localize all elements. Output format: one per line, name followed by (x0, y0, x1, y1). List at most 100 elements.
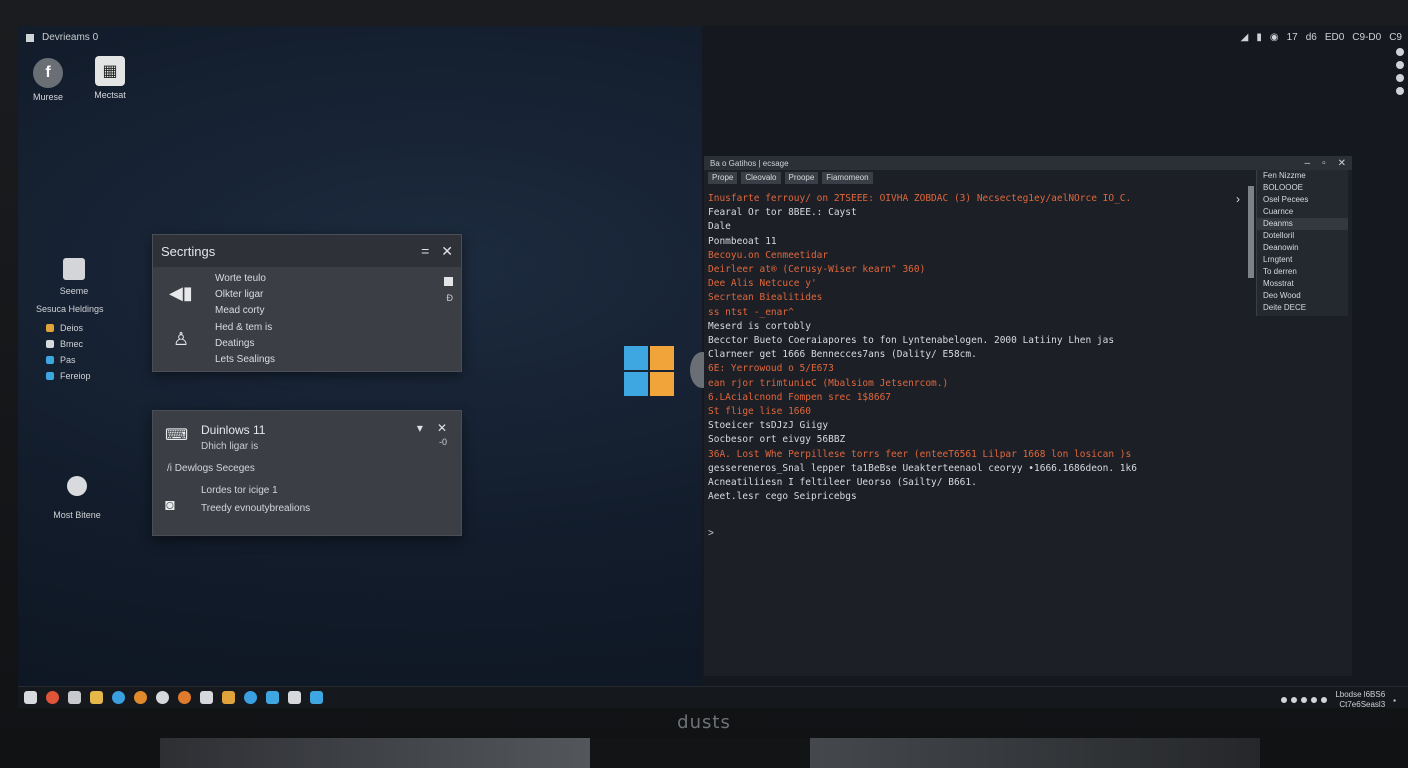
terminal-tab[interactable]: Cleovalo (741, 172, 781, 184)
terminal-menu-item[interactable]: Deo Wood (1257, 290, 1348, 302)
tray-icon[interactable] (1281, 697, 1288, 703)
terminal-scrollbar[interactable] (1248, 186, 1254, 278)
settings-option[interactable]: Deatings (215, 338, 254, 349)
firefox-alt-icon[interactable] (178, 691, 191, 704)
edge-icon[interactable] (244, 691, 257, 704)
chat-icon[interactable] (222, 691, 235, 704)
calendar-icon[interactable] (68, 691, 81, 704)
record-icon[interactable] (46, 691, 59, 704)
square-icon[interactable] (24, 691, 37, 704)
terminal-menu-item[interactable]: Deanowin (1257, 242, 1348, 254)
windows-panel-option[interactable]: /i Dewlogs Seceges (167, 463, 255, 474)
sidebar-item-deios[interactable]: Deios (36, 320, 112, 336)
taskbar: Lbodse l6BS6 Ct7e6Seasl3 ▪ (18, 686, 1408, 708)
sidebar-item-fereiop[interactable]: Fereiop (36, 368, 112, 384)
terminal-tabs: Prope Cleovalo Proope Fiamomeon (704, 170, 1352, 186)
notification-icon[interactable]: ▪ (1393, 696, 1396, 705)
indicator-dot-icon[interactable] (1396, 87, 1404, 95)
desktop-icon-most-bitene[interactable]: Most Bitene (42, 476, 112, 520)
desktop-icon-label: Murese (32, 92, 63, 102)
settings-option[interactable]: Lets Sealings (215, 354, 275, 365)
close-icon[interactable]: ✕ (437, 421, 447, 435)
terminal-line: Deirleer at® (Cerusy-Wiser kearn" 360) (708, 264, 926, 276)
settings-checkbox[interactable] (444, 277, 453, 286)
telegram-icon[interactable] (112, 691, 125, 704)
windows-panel-option[interactable]: Treedy evnoutybrealions (201, 503, 310, 514)
chevron-down-icon[interactable]: ▾ (417, 421, 423, 435)
menu-icon[interactable] (26, 33, 34, 42)
indicator-dot-icon[interactable] (1396, 61, 1404, 69)
clock-time: Lbodse l6BS6 (1335, 690, 1386, 699)
terminal-line: Dee Alis Netcuce y' (708, 278, 817, 290)
terminal-prompt[interactable]: > (708, 528, 714, 539)
terminal-menu-item[interactable]: Mosstrat (1257, 278, 1348, 290)
speaker-icon: ◀▮ (169, 283, 193, 303)
desktop-icon-murese[interactable]: f Murese (18, 58, 78, 102)
settings-panel-titlebar: Secrtings = ✕ (153, 235, 461, 267)
indicator-dot-icon[interactable] (1396, 74, 1404, 82)
firefox-icon[interactable] (134, 691, 147, 704)
tray-icon[interactable] (1291, 697, 1298, 703)
desktop-icon-mectsat[interactable]: ▦ Mectsat (80, 56, 140, 100)
status-item: 17 (1286, 32, 1298, 43)
record-icon[interactable]: ◉ (1270, 32, 1279, 43)
terminal-line: Socbesor ort eivgy 56BBZ (708, 434, 846, 446)
terminal-line: Dale (708, 221, 731, 233)
terminal-menu-item[interactable]: To derren (1257, 266, 1348, 278)
windows-panel-control[interactable]: -0 (439, 437, 447, 447)
folder-icon[interactable] (90, 691, 103, 704)
chrome-icon[interactable] (156, 691, 169, 704)
settings-option[interactable]: Hed & tem is (215, 322, 272, 333)
bag-icon[interactable] (288, 691, 301, 704)
tray-icon[interactable] (1311, 697, 1318, 703)
terminal-line: ss ntst -_enar^ (708, 306, 794, 318)
sidebar-item-bmec[interactable]: Bmec (36, 336, 112, 352)
settings-option[interactable]: Olkter ligar (215, 289, 263, 300)
terminal-menu-item[interactable]: Dotelloril (1257, 230, 1348, 242)
indicator-dot-icon[interactable] (1396, 48, 1404, 56)
terminal-line: Acneatiliiesn I feltileer Ueorso (Sailty… (708, 477, 977, 489)
side-indicators (1396, 48, 1404, 95)
windows-icon[interactable] (266, 691, 279, 704)
terminal-menu-item[interactable]: Deanms (1257, 218, 1348, 230)
camera-icon: ◙ (165, 497, 175, 514)
maximize-icon[interactable]: ▫ (1322, 158, 1326, 169)
facebook-icon: f (33, 58, 63, 88)
terminal-tab[interactable]: Proope (784, 172, 819, 184)
terminal-menu-item[interactable]: Deite DECE (1257, 302, 1348, 314)
settings-option[interactable]: Mead corty (215, 305, 264, 316)
signal-icon[interactable]: ◢ (1241, 32, 1249, 43)
settings-panel: Secrtings = ✕ ◀▮ ♙ Worte teulo Olkter li… (152, 234, 462, 372)
terminal-menu-item[interactable]: Cuarnce (1257, 206, 1348, 218)
terminal-line: ean rjor trimtunieC (Mbalsiom Jetsenrcom… (708, 377, 949, 389)
tray-icon[interactable] (1301, 697, 1308, 703)
check-icon (46, 340, 54, 348)
chevron-right-icon[interactable]: › (1236, 192, 1240, 206)
settings-sidebar: Seeme Sesuca Heldings Deios Bmec Pas Fer… (36, 258, 112, 384)
terminal-tab[interactable]: Prope (708, 172, 738, 184)
desktop-icon-label: Mectsat (94, 90, 126, 100)
taskbar-clock[interactable]: Lbodse l6BS6 Ct7e6Seasl3 (1335, 690, 1385, 708)
sidebar-header[interactable]: Seeme (36, 258, 112, 296)
mail-icon[interactable] (200, 691, 213, 704)
windows-panel-option-label: Dewlogs Seceges (174, 463, 255, 474)
tray-icon[interactable] (1321, 697, 1328, 703)
store-icon[interactable] (310, 691, 323, 704)
windows-panel-option[interactable]: Lordes tor icige 1 (201, 485, 278, 496)
terminal-tab[interactable]: Fiamomeon (822, 172, 873, 184)
minimize-icon[interactable]: – (1305, 158, 1311, 169)
settings-icon (63, 258, 85, 280)
terminal-menu-item[interactable]: Fen Nizzme (1257, 170, 1348, 182)
chat-bubble-icon (67, 476, 87, 496)
terminal-menu-item[interactable]: BOLOOOE (1257, 182, 1348, 194)
terminal-menu-item[interactable]: Osel Pecees (1257, 194, 1348, 206)
close-icon[interactable]: ✕ (1338, 158, 1346, 169)
menu-icon[interactable]: = (421, 243, 429, 260)
terminal-menu-item[interactable]: Lrngtent (1257, 254, 1348, 266)
sidebar-item-pas[interactable]: Pas (36, 352, 112, 368)
status-area: ◢ ▮ ◉ 17 d6 ED0 C9-D0 C9 (1241, 32, 1402, 43)
battery-icon[interactable]: ▮ (1256, 32, 1262, 43)
close-icon[interactable]: ✕ (441, 243, 453, 260)
settings-option[interactable]: Worte teulo (215, 273, 266, 284)
user-icon: ♙ (173, 329, 190, 349)
